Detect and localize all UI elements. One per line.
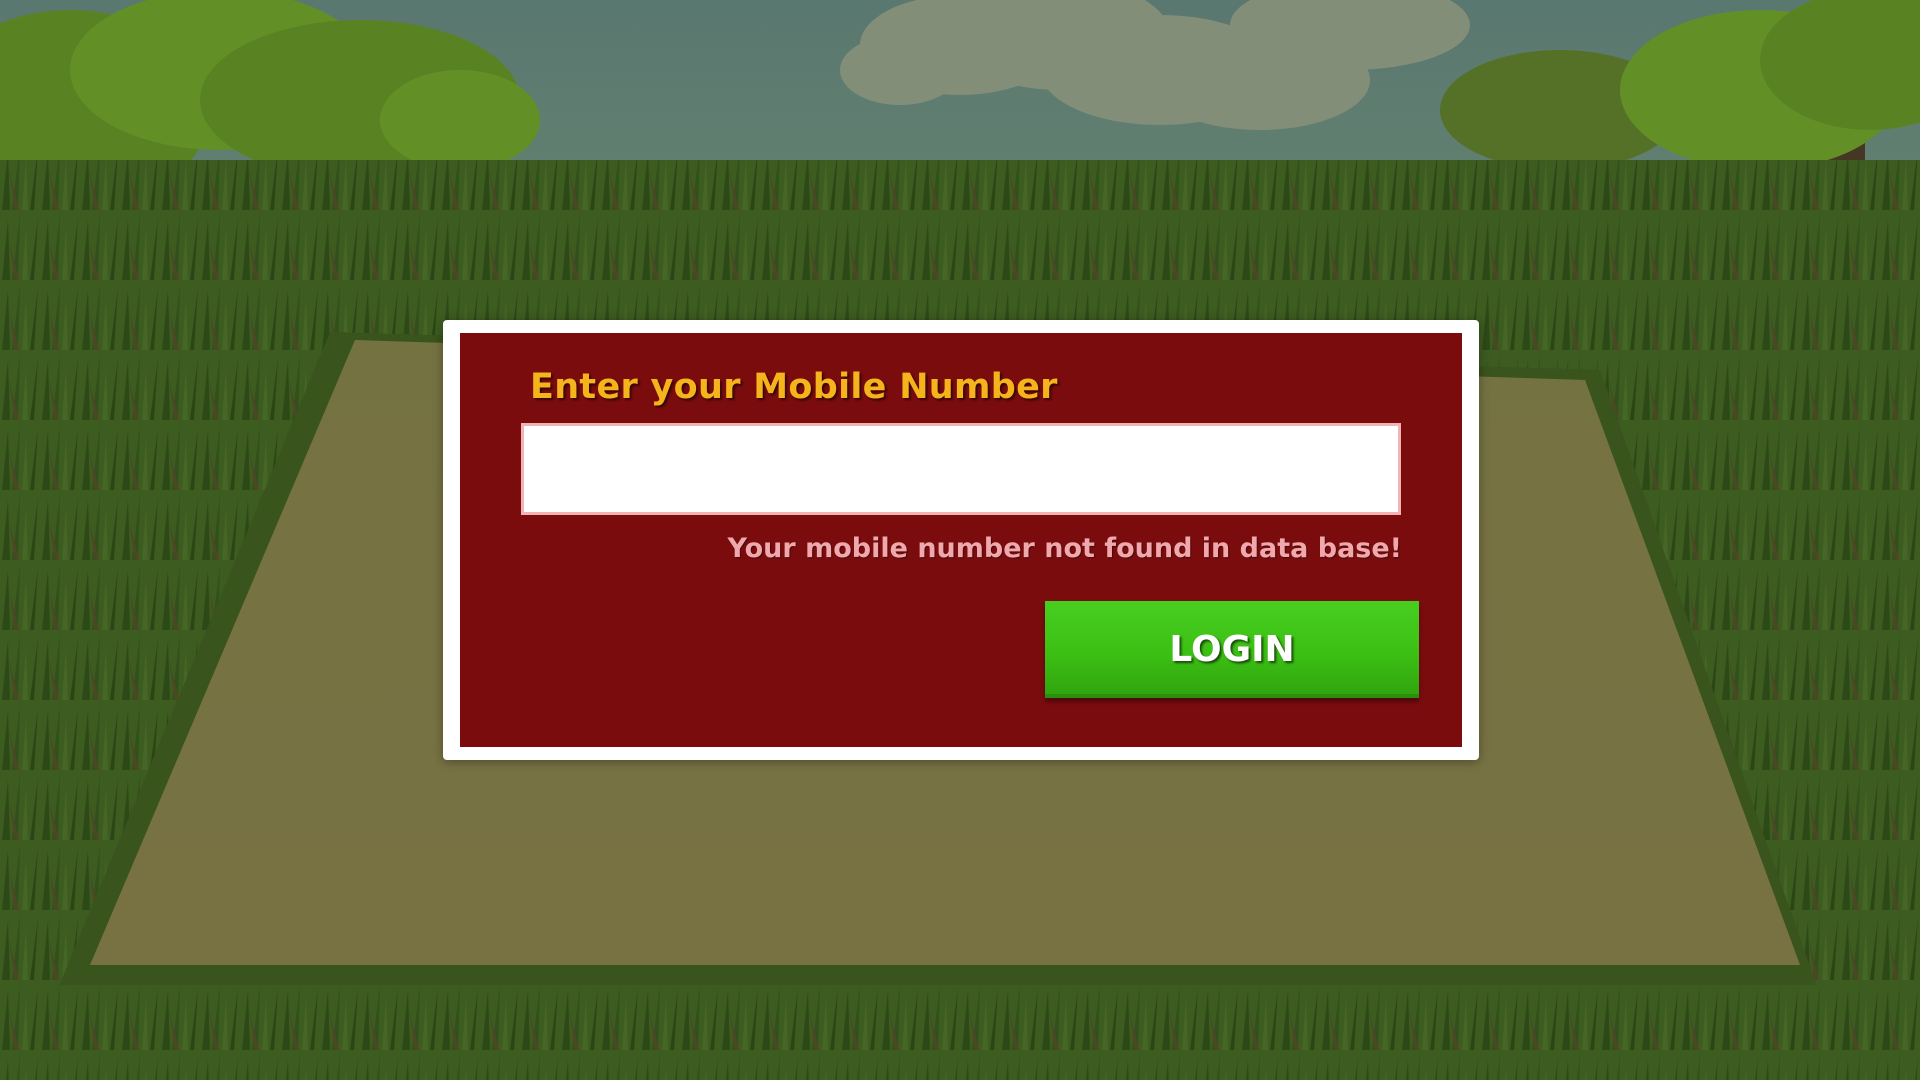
login-dialog: Enter your Mobile Number Your mobile num… [443,320,1479,760]
mobile-number-label: Enter your Mobile Number [530,367,1058,407]
grass-back [0,160,1920,320]
mobile-number-input[interactable] [521,423,1401,515]
login-button[interactable]: LOGIN [1045,601,1419,698]
login-panel: Enter your Mobile Number Your mobile num… [460,333,1462,747]
grass-front [0,985,1920,1080]
error-message: Your mobile number not found in data bas… [727,533,1402,564]
